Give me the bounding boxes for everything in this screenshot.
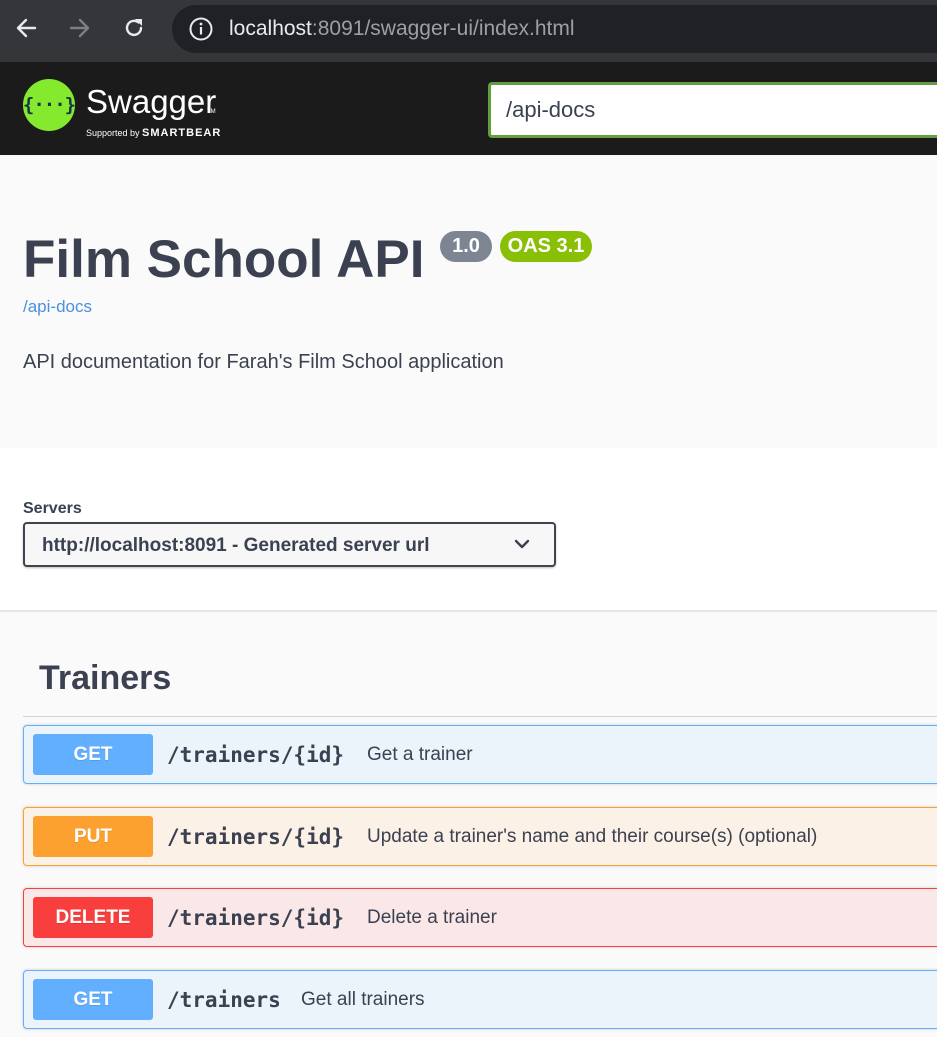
oas-version-badge: OAS 3.1: [500, 231, 592, 262]
method-badge: GET: [33, 734, 153, 775]
reload-icon: [125, 19, 143, 37]
spec-url-input[interactable]: [488, 82, 937, 138]
address-url: localhost:8091/swagger-ui/index.html: [229, 16, 575, 42]
tag-header-trainers[interactable]: Trainers: [39, 656, 171, 700]
operation-get-all-trainers[interactable]: GET /trainers Get all trainers: [23, 970, 937, 1029]
browser-toolbar: localhost:8091/swagger-ui/index.html: [0, 0, 937, 62]
method-badge: PUT: [33, 816, 153, 857]
smartbear-wordmark: SMARTBEAR: [142, 127, 222, 139]
servers-select[interactable]: http://localhost:8091 - Generated server…: [23, 522, 556, 567]
brand-subtitle: Supported by SMARTBEAR: [86, 127, 222, 139]
operation-get-trainer-by-id[interactable]: GET /trainers/{id} Get a trainer: [23, 725, 937, 784]
back-button[interactable]: [11, 13, 41, 43]
site-info-icon[interactable]: [188, 16, 214, 42]
operation-summary: Get all trainers: [301, 989, 425, 1010]
version-badge: 1.0: [440, 231, 492, 262]
operation-path: /trainers: [167, 988, 281, 1012]
servers-label: Servers: [23, 500, 82, 517]
reload-button[interactable]: [119, 13, 149, 43]
tag-divider: [23, 716, 937, 717]
api-info-section: Film School API 1.0 OAS 3.1 /api-docs AP…: [0, 155, 937, 448]
operation-delete-trainer-by-id[interactable]: DELETE /trainers/{id} Delete a trainer: [23, 888, 937, 947]
page-title: Film School API: [23, 230, 425, 289]
brand-name: Swagger: [86, 83, 217, 120]
operation-path: /trainers/{id}: [167, 906, 345, 930]
servers-selected-value: http://localhost:8091 - Generated server…: [42, 535, 430, 556]
operation-summary: Delete a trainer: [367, 907, 497, 928]
method-badge: DELETE: [33, 897, 153, 938]
url-path: :8091/swagger-ui/index.html: [311, 17, 575, 40]
forward-arrow-icon: [69, 18, 90, 38]
method-badge: GET: [33, 979, 153, 1020]
operation-summary: Update a trainer's name and their course…: [367, 826, 818, 847]
brand-trademark: TM: [207, 109, 216, 115]
operation-summary: Get a trainer: [367, 744, 473, 765]
api-description: API documentation for Farah's Film Schoo…: [23, 351, 504, 373]
operation-path: /trainers/{id}: [167, 825, 345, 849]
spec-link[interactable]: /api-docs: [23, 297, 92, 317]
forward-button[interactable]: [65, 13, 95, 43]
address-bar[interactable]: localhost:8091/swagger-ui/index.html: [172, 5, 937, 53]
chevron-down-icon: [514, 539, 530, 549]
swagger-logo-icon[interactable]: {···}: [23, 79, 76, 131]
operation-path: /trainers/{id}: [167, 743, 345, 767]
url-host: localhost: [229, 17, 312, 40]
operation-put-trainer-by-id[interactable]: PUT /trainers/{id} Update a trainer's na…: [23, 807, 937, 866]
back-arrow-icon: [16, 18, 37, 38]
